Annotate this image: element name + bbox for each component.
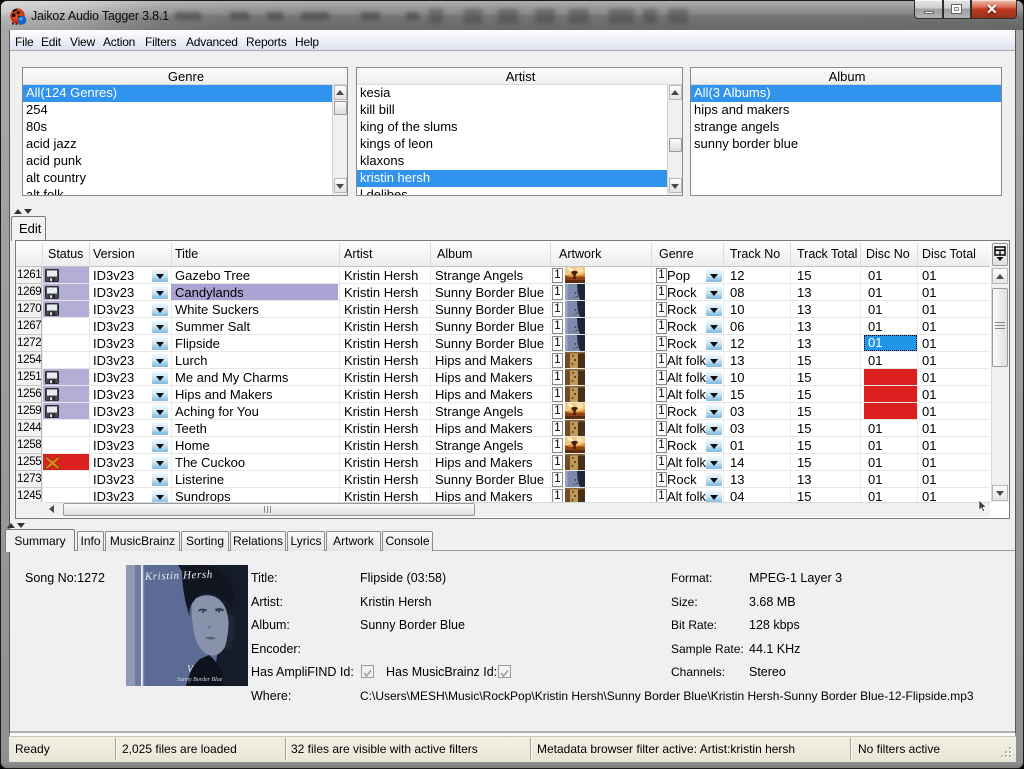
svg-text:Kristin Hersh: Kristin Hersh	[144, 569, 213, 583]
svg-text:Sunny Border Blue: Sunny Border Blue	[177, 677, 223, 683]
